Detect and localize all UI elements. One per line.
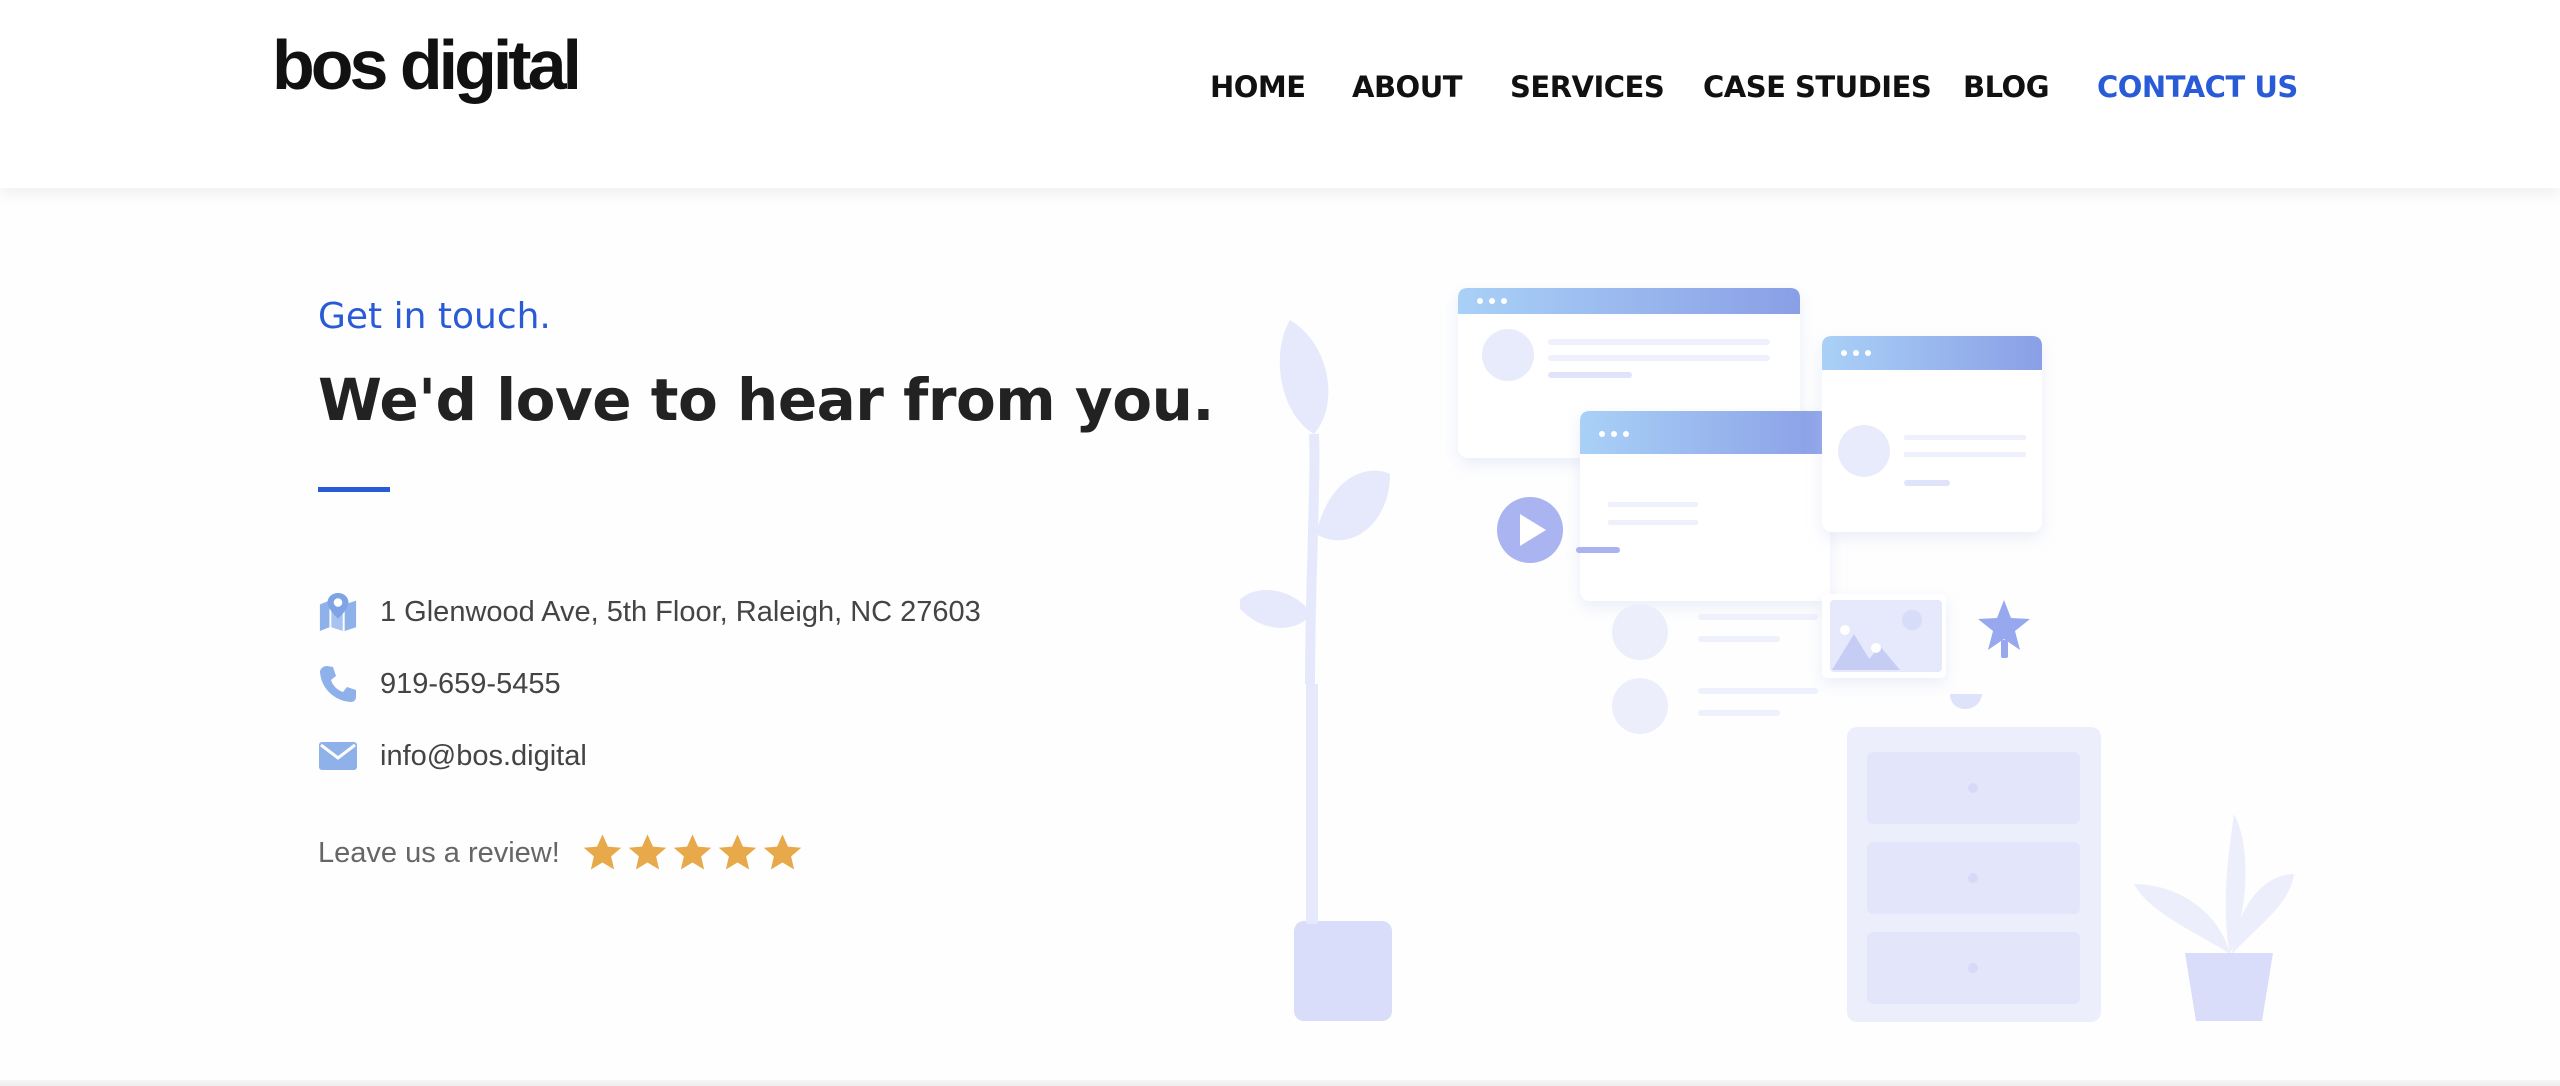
star-icon[interactable] [625,831,670,876]
star-icon[interactable] [715,831,760,876]
envelope-icon [318,736,358,776]
title-underline [318,487,390,492]
star-icon[interactable] [670,831,715,876]
review-cta: Leave us a review! [318,830,805,876]
map-pin-icon [318,592,358,632]
window-card-2 [1576,411,1830,601]
site-header: bos digital HOME ABOUT SERVICES CASE STU… [0,0,2560,188]
nav-about[interactable]: ABOUT [1352,70,1463,104]
nav-home[interactable]: HOME [1210,70,1306,104]
phone-row: 919-659-5455 [318,662,561,706]
address-text: 1 Glenwood Ave, 5th Floor, Raleigh, NC 2… [380,595,981,628]
nav-contact-us[interactable]: CONTACT US [2097,70,2298,104]
play-button-graphic [1497,497,1563,563]
review-stars[interactable] [580,831,805,876]
list-rows [1612,604,1818,734]
contact-section: Get in touch. We'd love to hear from you… [0,188,2560,1086]
email-link[interactable]: info@bos.digital [380,740,587,773]
image-card [1822,594,1946,678]
nav-blog[interactable]: BLOG [1963,70,2050,104]
star-icon[interactable] [580,831,625,876]
nav-services[interactable]: SERVICES [1510,70,1665,104]
section-eyebrow: Get in touch. [318,296,551,337]
page-title: We'd love to hear from you. [318,366,1214,434]
email-row: info@bos.digital [318,734,587,778]
star-icon[interactable] [760,831,805,876]
address-row: 1 Glenwood Ave, 5th Floor, Raleigh, NC 2… [318,590,981,634]
window-card-3 [1822,336,2042,532]
plant-large [1240,320,1392,1021]
plant-small [2134,814,2294,1021]
star-badge-graphic [1978,600,2030,658]
dresser [1847,694,2101,1022]
main-nav: HOME ABOUT SERVICES CASE STUDIES BLOG CO… [0,70,2560,110]
phone-icon [318,664,358,704]
review-prompt: Leave us a review! [318,836,560,869]
nav-case-studies[interactable]: CASE STUDIES [1703,70,1932,104]
contact-illustration [1240,288,2294,1022]
section-divider [0,1080,2560,1086]
phone-link[interactable]: 919-659-5455 [380,668,561,701]
